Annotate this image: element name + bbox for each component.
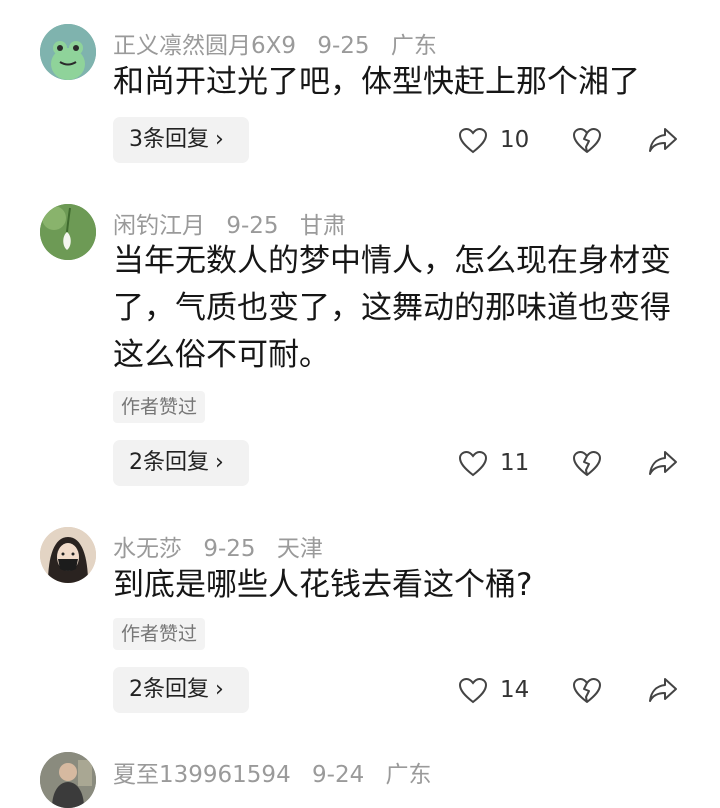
heart-icon	[458, 127, 488, 154]
comment-location: 天津	[276, 536, 323, 562]
author-liked-badge: 作者赞过	[113, 391, 206, 423]
view-replies-button[interactable]: 3条回复 ›	[113, 117, 249, 163]
replies-label: 3条回复	[129, 127, 209, 152]
view-replies-button[interactable]: 2条回复 ›	[113, 667, 249, 713]
comment-meta: 水无莎 9-25 天津	[113, 529, 337, 563]
chevron-right-icon: ›	[215, 677, 224, 702]
comment-text[interactable]: 当年无数人的梦中情人，怎么现在身材变了，气质也变了，这舞动的那味道也变得这么俗不…	[113, 238, 688, 379]
comment-date: 9-25	[203, 536, 256, 562]
comment-date: 9-24	[312, 762, 365, 788]
heart-icon	[458, 677, 488, 704]
heart-icon	[458, 450, 488, 477]
like-count: 14	[500, 677, 530, 703]
comment-date: 9-25	[226, 213, 279, 239]
username[interactable]: 夏至139961594	[113, 762, 291, 788]
replies-label: 2条回复	[129, 450, 209, 475]
author-liked-badge: 作者赞过	[113, 618, 206, 650]
share-button[interactable]	[648, 440, 682, 486]
person-photo-avatar[interactable]	[40, 752, 96, 808]
username[interactable]: 水无莎	[113, 536, 182, 562]
comment-meta: 闲钓江月 9-25 甘肃	[113, 206, 360, 240]
comment-text[interactable]: 到底是哪些人花钱去看这个桶?	[113, 562, 688, 609]
comment-text[interactable]: 和尚开过光了吧，体型快赶上那个湘了	[113, 59, 688, 106]
comment-meta: 夏至139961594 9-24 广东	[113, 755, 446, 789]
share-arrow-icon	[648, 450, 678, 476]
comment-location: 甘肃	[299, 213, 346, 239]
username[interactable]: 闲钓江月	[113, 213, 205, 239]
like-button[interactable]: 10	[458, 117, 529, 163]
comment-location: 广东	[385, 762, 432, 788]
snowdrop-flower-avatar[interactable]	[40, 204, 96, 260]
frog-avatar[interactable]	[40, 24, 96, 80]
like-button[interactable]: 14	[458, 667, 529, 713]
broken-heart-icon	[572, 677, 602, 704]
replies-label: 2条回复	[129, 677, 209, 702]
like-button[interactable]: 11	[458, 440, 529, 486]
comment-meta: 正义凛然圆月6X9 9-25 广东	[113, 26, 451, 60]
comment-date: 9-25	[317, 33, 370, 59]
view-replies-button[interactable]: 2条回复 ›	[113, 440, 249, 486]
like-count: 10	[500, 127, 530, 153]
share-button[interactable]	[648, 667, 682, 713]
chevron-right-icon: ›	[215, 127, 224, 152]
share-arrow-icon	[648, 127, 678, 153]
chevron-right-icon: ›	[215, 450, 224, 475]
share-button[interactable]	[648, 117, 682, 163]
share-arrow-icon	[648, 677, 678, 703]
dislike-button[interactable]	[572, 117, 606, 163]
broken-heart-icon	[572, 127, 602, 154]
dislike-button[interactable]	[572, 440, 606, 486]
broken-heart-icon	[572, 450, 602, 477]
dislike-button[interactable]	[572, 667, 606, 713]
girl-with-mask-avatar[interactable]	[40, 527, 96, 583]
comment-location: 广东	[390, 33, 437, 59]
like-count: 11	[500, 450, 530, 476]
username[interactable]: 正义凛然圆月6X9	[113, 33, 296, 59]
